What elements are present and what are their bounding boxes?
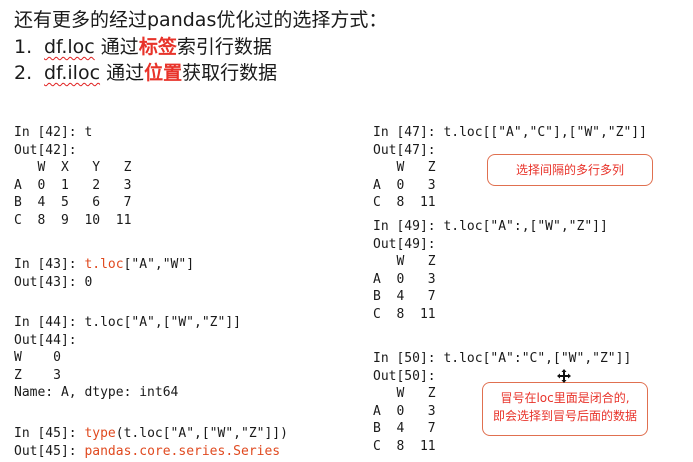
- list-number: 2.: [14, 62, 33, 84]
- list-number: 1.: [14, 36, 33, 58]
- code-block-42: In [42]: t Out[42]: W X Y Z A 0 1 2 3 B …: [14, 124, 131, 230]
- list-item-iloc: 2. df.iloc 通过位置获取行数据: [14, 61, 277, 86]
- note-text-line1: 冒号在loc里面是闭合的,: [500, 391, 630, 405]
- note-text: 选择间隔的多行多列: [515, 163, 624, 177]
- output-table: Out[49]: W Z A 0 3 B 4 7 C 8 11: [373, 236, 436, 322]
- input-call: type: [84, 426, 116, 441]
- input-line: In [44]: t.loc["A",["W","Z"]]: [14, 315, 241, 330]
- list-text-post: 获取行数据: [182, 62, 278, 84]
- input-args: (t.loc["A",["W","Z"]]): [115, 426, 288, 441]
- list-text-post: 索引行数据: [176, 36, 272, 58]
- input-prompt: In [45]:: [14, 426, 85, 441]
- list-highlight: 位置: [144, 62, 183, 84]
- input-line: In [50]: t.loc["A":"C",["W","Z"]]: [373, 351, 632, 366]
- output-table: Out[47]: W Z A 0 3 C 8 11: [373, 142, 436, 211]
- output-table: Out[42]: W X Y Z A 0 1 2 3 B 4 5 6 7 C 8…: [14, 142, 132, 228]
- note-text-line2: 即会选择到冒号后面的数据: [492, 409, 637, 423]
- code-block-49: In [49]: t.loc["A":,["W","Z"]] Out[49]: …: [373, 218, 608, 324]
- annotation-note-colon: 冒号在loc里面是闭合的, 即会选择到冒号后面的数据: [482, 382, 648, 436]
- code-block-45: In [45]: type(t.loc["A",["W","Z"]]) Out[…: [14, 425, 288, 460]
- output-table: Out[50]: W Z A 0 3 B 4 7 C 8 11: [373, 368, 436, 454]
- output-value: pandas.core.series.Series: [84, 443, 281, 459]
- output-prompt: Out[45]:: [14, 443, 85, 459]
- list-code: df.iloc: [44, 62, 101, 84]
- input-args: ["A","W"]: [123, 257, 195, 272]
- page-heading: 还有更多的经过pandas优化过的选择方式：: [14, 9, 388, 31]
- input-prompt: In [43]:: [14, 257, 85, 272]
- code-block-43: In [43]: t.loc["A","W"] Out[43]: 0: [14, 256, 194, 291]
- output-series: Out[44]: W 0 Z 3 Name: A, dtype: int64: [14, 332, 179, 401]
- output-line: Out[43]: 0: [14, 274, 93, 290]
- input-call: t.loc: [84, 257, 124, 272]
- annotation-note-interval: 选择间隔的多行多列: [487, 154, 653, 186]
- list-text-pre: 通过: [100, 62, 145, 84]
- input-line: In [42]: t: [14, 125, 93, 140]
- input-line: In [47]: t.loc[["A","C"],["W","Z"]]: [373, 125, 647, 140]
- move-cursor-icon: [557, 369, 571, 383]
- input-line: In [49]: t.loc["A":,["W","Z"]]: [373, 219, 608, 234]
- list-highlight: 标签: [138, 36, 177, 58]
- list-text-pre: 通过: [94, 36, 139, 58]
- code-block-44: In [44]: t.loc["A",["W","Z"]] Out[44]: W…: [14, 314, 241, 402]
- list-code: df.loc: [44, 36, 95, 58]
- list-item-loc: 1. df.loc 通过标签索引行数据: [14, 35, 272, 60]
